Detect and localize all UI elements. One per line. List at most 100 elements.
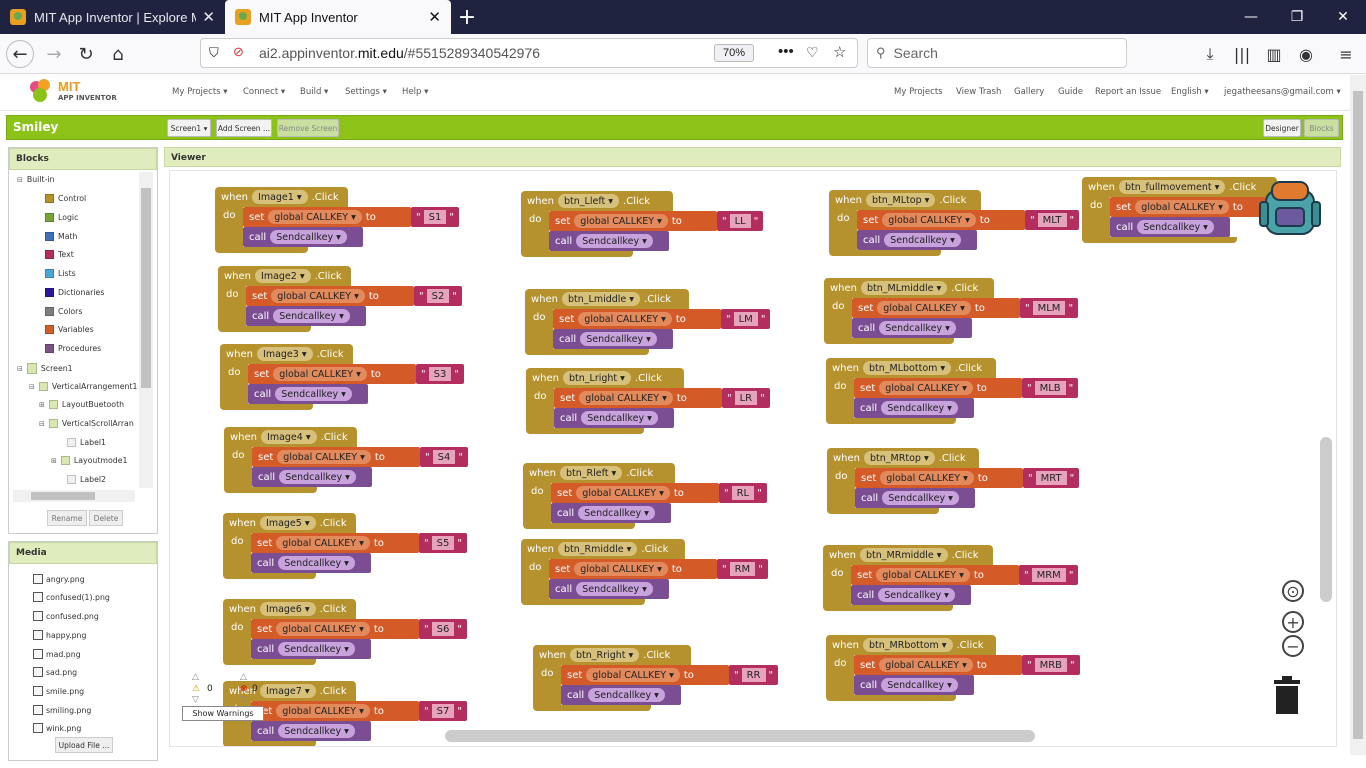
text-value[interactable]: S5: [431, 536, 455, 550]
media-file[interactable]: smile.png: [33, 686, 84, 696]
set-variable-block[interactable]: set global CALLKEY ▾ to: [251, 533, 419, 553]
event-header[interactable]: when btn_Rleft ▾ .Click: [523, 463, 675, 483]
media-file[interactable]: angry.png: [33, 574, 85, 584]
variable-dropdown[interactable]: global CALLKEY ▾: [880, 471, 974, 485]
procedure-dropdown[interactable]: Sendcallkey ▾: [588, 688, 665, 702]
component-dropdown[interactable]: btn_Lleft ▾: [558, 194, 620, 208]
forward-icon[interactable]: →: [40, 40, 68, 68]
blocks-button[interactable]: Blocks: [1304, 119, 1339, 137]
event-block[interactable]: when Image1 ▾ .Click do set global CALLK…: [215, 187, 475, 257]
event-block[interactable]: when btn_MRmiddle ▾ .Click do set global…: [823, 545, 1083, 615]
procedure-dropdown[interactable]: Sendcallkey ▾: [878, 588, 955, 602]
text-value[interactable]: S1: [423, 210, 447, 224]
procedure-dropdown[interactable]: Sendcallkey ▾: [576, 582, 653, 596]
tree-layoutbuetooth[interactable]: ⊞ LayoutBuetooth: [39, 400, 124, 409]
call-procedure-block[interactable]: call Sendcallkey ▾: [243, 227, 363, 247]
event-block[interactable]: when Image2 ▾ .Click do set global CALLK…: [218, 266, 478, 336]
prev-warning-icon[interactable]: △: [192, 672, 199, 682]
event-header[interactable]: when Image1 ▾ .Click: [215, 187, 349, 207]
workspace-horizontal-scrollbar[interactable]: [445, 730, 1035, 742]
zoom-level[interactable]: 70%: [714, 44, 754, 62]
link-view-trash[interactable]: View Trash: [956, 87, 1001, 97]
procedure-dropdown[interactable]: Sendcallkey ▾: [580, 332, 657, 346]
call-procedure-block[interactable]: call Sendcallkey ▾: [1110, 217, 1230, 237]
media-file[interactable]: sad.png: [33, 667, 77, 677]
call-procedure-block[interactable]: call Sendcallkey ▾: [554, 408, 674, 428]
event-header[interactable]: when btn_Rmiddle ▾ .Click: [521, 539, 686, 559]
browser-tab-explore[interactable]: MIT App Inventor | Explore MIT ✕: [0, 0, 225, 34]
call-procedure-block[interactable]: call Sendcallkey ▾: [251, 721, 371, 741]
tree-screen1[interactable]: ⊟ Screen1: [17, 363, 73, 374]
procedure-dropdown[interactable]: Sendcallkey ▾: [273, 309, 350, 323]
variable-dropdown[interactable]: global CALLKEY ▾: [578, 312, 672, 326]
text-value[interactable]: MRB: [1034, 658, 1068, 672]
set-variable-block[interactable]: set global CALLKEY ▾ to: [553, 309, 721, 329]
text-value[interactable]: LR: [734, 391, 758, 405]
event-header[interactable]: when Image4 ▾ .Click: [224, 427, 358, 447]
set-variable-block[interactable]: set global CALLKEY ▾ to: [851, 565, 1019, 585]
call-procedure-block[interactable]: call Sendcallkey ▾: [852, 318, 972, 338]
event-block[interactable]: when btn_Rright ▾ .Click do set global C…: [533, 645, 793, 715]
component-dropdown[interactable]: btn_Rright ▾: [570, 648, 640, 662]
trash-icon[interactable]: [1272, 676, 1302, 714]
set-variable-block[interactable]: set global CALLKEY ▾ to: [854, 378, 1022, 398]
minimize-button[interactable]: —: [1228, 0, 1274, 34]
text-value[interactable]: MRM: [1031, 568, 1066, 582]
browser-tab-active[interactable]: MIT App Inventor ✕: [225, 0, 451, 34]
menu-icon[interactable]: ≡: [1332, 40, 1360, 68]
component-dropdown[interactable]: Image5 ▾: [260, 516, 316, 530]
text-value[interactable]: RL: [731, 486, 755, 500]
collapse-icon[interactable]: ⊟: [17, 365, 23, 373]
variable-dropdown[interactable]: global CALLKEY ▾: [277, 450, 371, 464]
event-header[interactable]: when btn_MLbottom ▾ .Click: [826, 358, 997, 378]
procedure-dropdown[interactable]: Sendcallkey ▾: [578, 506, 655, 520]
event-block[interactable]: when Image3 ▾ .Click do set global CALLK…: [220, 344, 480, 414]
recenter-icon[interactable]: ⊙: [1282, 580, 1304, 602]
text-block[interactable]: " S6 ": [419, 619, 467, 639]
variable-dropdown[interactable]: global CALLKEY ▾: [576, 486, 670, 500]
text-block[interactable]: " MRT ": [1023, 468, 1080, 488]
next-warning-icon[interactable]: ▽: [192, 695, 199, 705]
text-block[interactable]: " RM ": [717, 559, 768, 579]
text-block[interactable]: " S7 ": [419, 701, 467, 721]
link-guide[interactable]: Guide: [1058, 87, 1083, 97]
new-tab-button[interactable]: +: [455, 3, 479, 31]
event-block[interactable]: when Image6 ▾ .Click do set global CALLK…: [223, 599, 483, 669]
call-procedure-block[interactable]: call Sendcallkey ▾: [549, 579, 669, 599]
variable-dropdown[interactable]: global CALLKEY ▾: [574, 214, 668, 228]
menu-help[interactable]: Help ▾: [402, 87, 428, 97]
back-icon[interactable]: ←: [6, 40, 34, 68]
text-block[interactable]: " MLM ": [1020, 298, 1079, 318]
call-procedure-block[interactable]: call Sendcallkey ▾: [248, 384, 368, 404]
tree-item-procedures[interactable]: Procedures: [45, 344, 101, 353]
component-dropdown[interactable]: Image6 ▾: [260, 602, 316, 616]
zoom-in-icon[interactable]: +: [1282, 611, 1304, 633]
procedure-dropdown[interactable]: Sendcallkey ▾: [581, 411, 658, 425]
event-header[interactable]: when Image3 ▾ .Click: [220, 344, 354, 364]
text-block[interactable]: " S5 ": [419, 533, 467, 553]
event-block[interactable]: when btn_MRtop ▾ .Click do set global CA…: [827, 448, 1087, 518]
event-block[interactable]: when Image5 ▾ .Click do set global CALLK…: [223, 513, 483, 583]
link-gallery[interactable]: Gallery: [1014, 87, 1044, 97]
tree-item-lists[interactable]: Lists: [45, 269, 76, 278]
set-variable-block[interactable]: set global CALLKEY ▾ to: [852, 298, 1020, 318]
text-value[interactable]: S2: [426, 289, 450, 303]
call-procedure-block[interactable]: call Sendcallkey ▾: [252, 467, 372, 487]
call-procedure-block[interactable]: call Sendcallkey ▾: [246, 306, 366, 326]
tree-label1[interactable]: Label1: [67, 438, 106, 447]
event-header[interactable]: when Image2 ▾ .Click: [218, 266, 352, 286]
account-menu[interactable]: jegatheesans@gmail.com ▾: [1224, 87, 1341, 97]
event-block[interactable]: when btn_Rleft ▾ .Click do set global CA…: [523, 463, 783, 533]
component-dropdown[interactable]: Image4 ▾: [261, 430, 317, 444]
next-error-icon[interactable]: ▽: [240, 695, 247, 705]
call-procedure-block[interactable]: call Sendcallkey ▾: [251, 553, 371, 573]
language-menu[interactable]: English ▾: [1171, 87, 1209, 97]
download-icon[interactable]: ⤓: [1196, 40, 1224, 68]
text-block[interactable]: " S4 ": [420, 447, 468, 467]
variable-dropdown[interactable]: global CALLKEY ▾: [579, 391, 673, 405]
text-block[interactable]: " MLB ": [1022, 378, 1079, 398]
component-dropdown[interactable]: btn_MLtop ▾: [866, 193, 936, 207]
variable-dropdown[interactable]: global CALLKEY ▾: [1135, 200, 1229, 214]
set-variable-block[interactable]: set global CALLKEY ▾ to: [248, 364, 416, 384]
event-header[interactable]: when btn_fullmovement ▾ .Click: [1082, 177, 1278, 197]
